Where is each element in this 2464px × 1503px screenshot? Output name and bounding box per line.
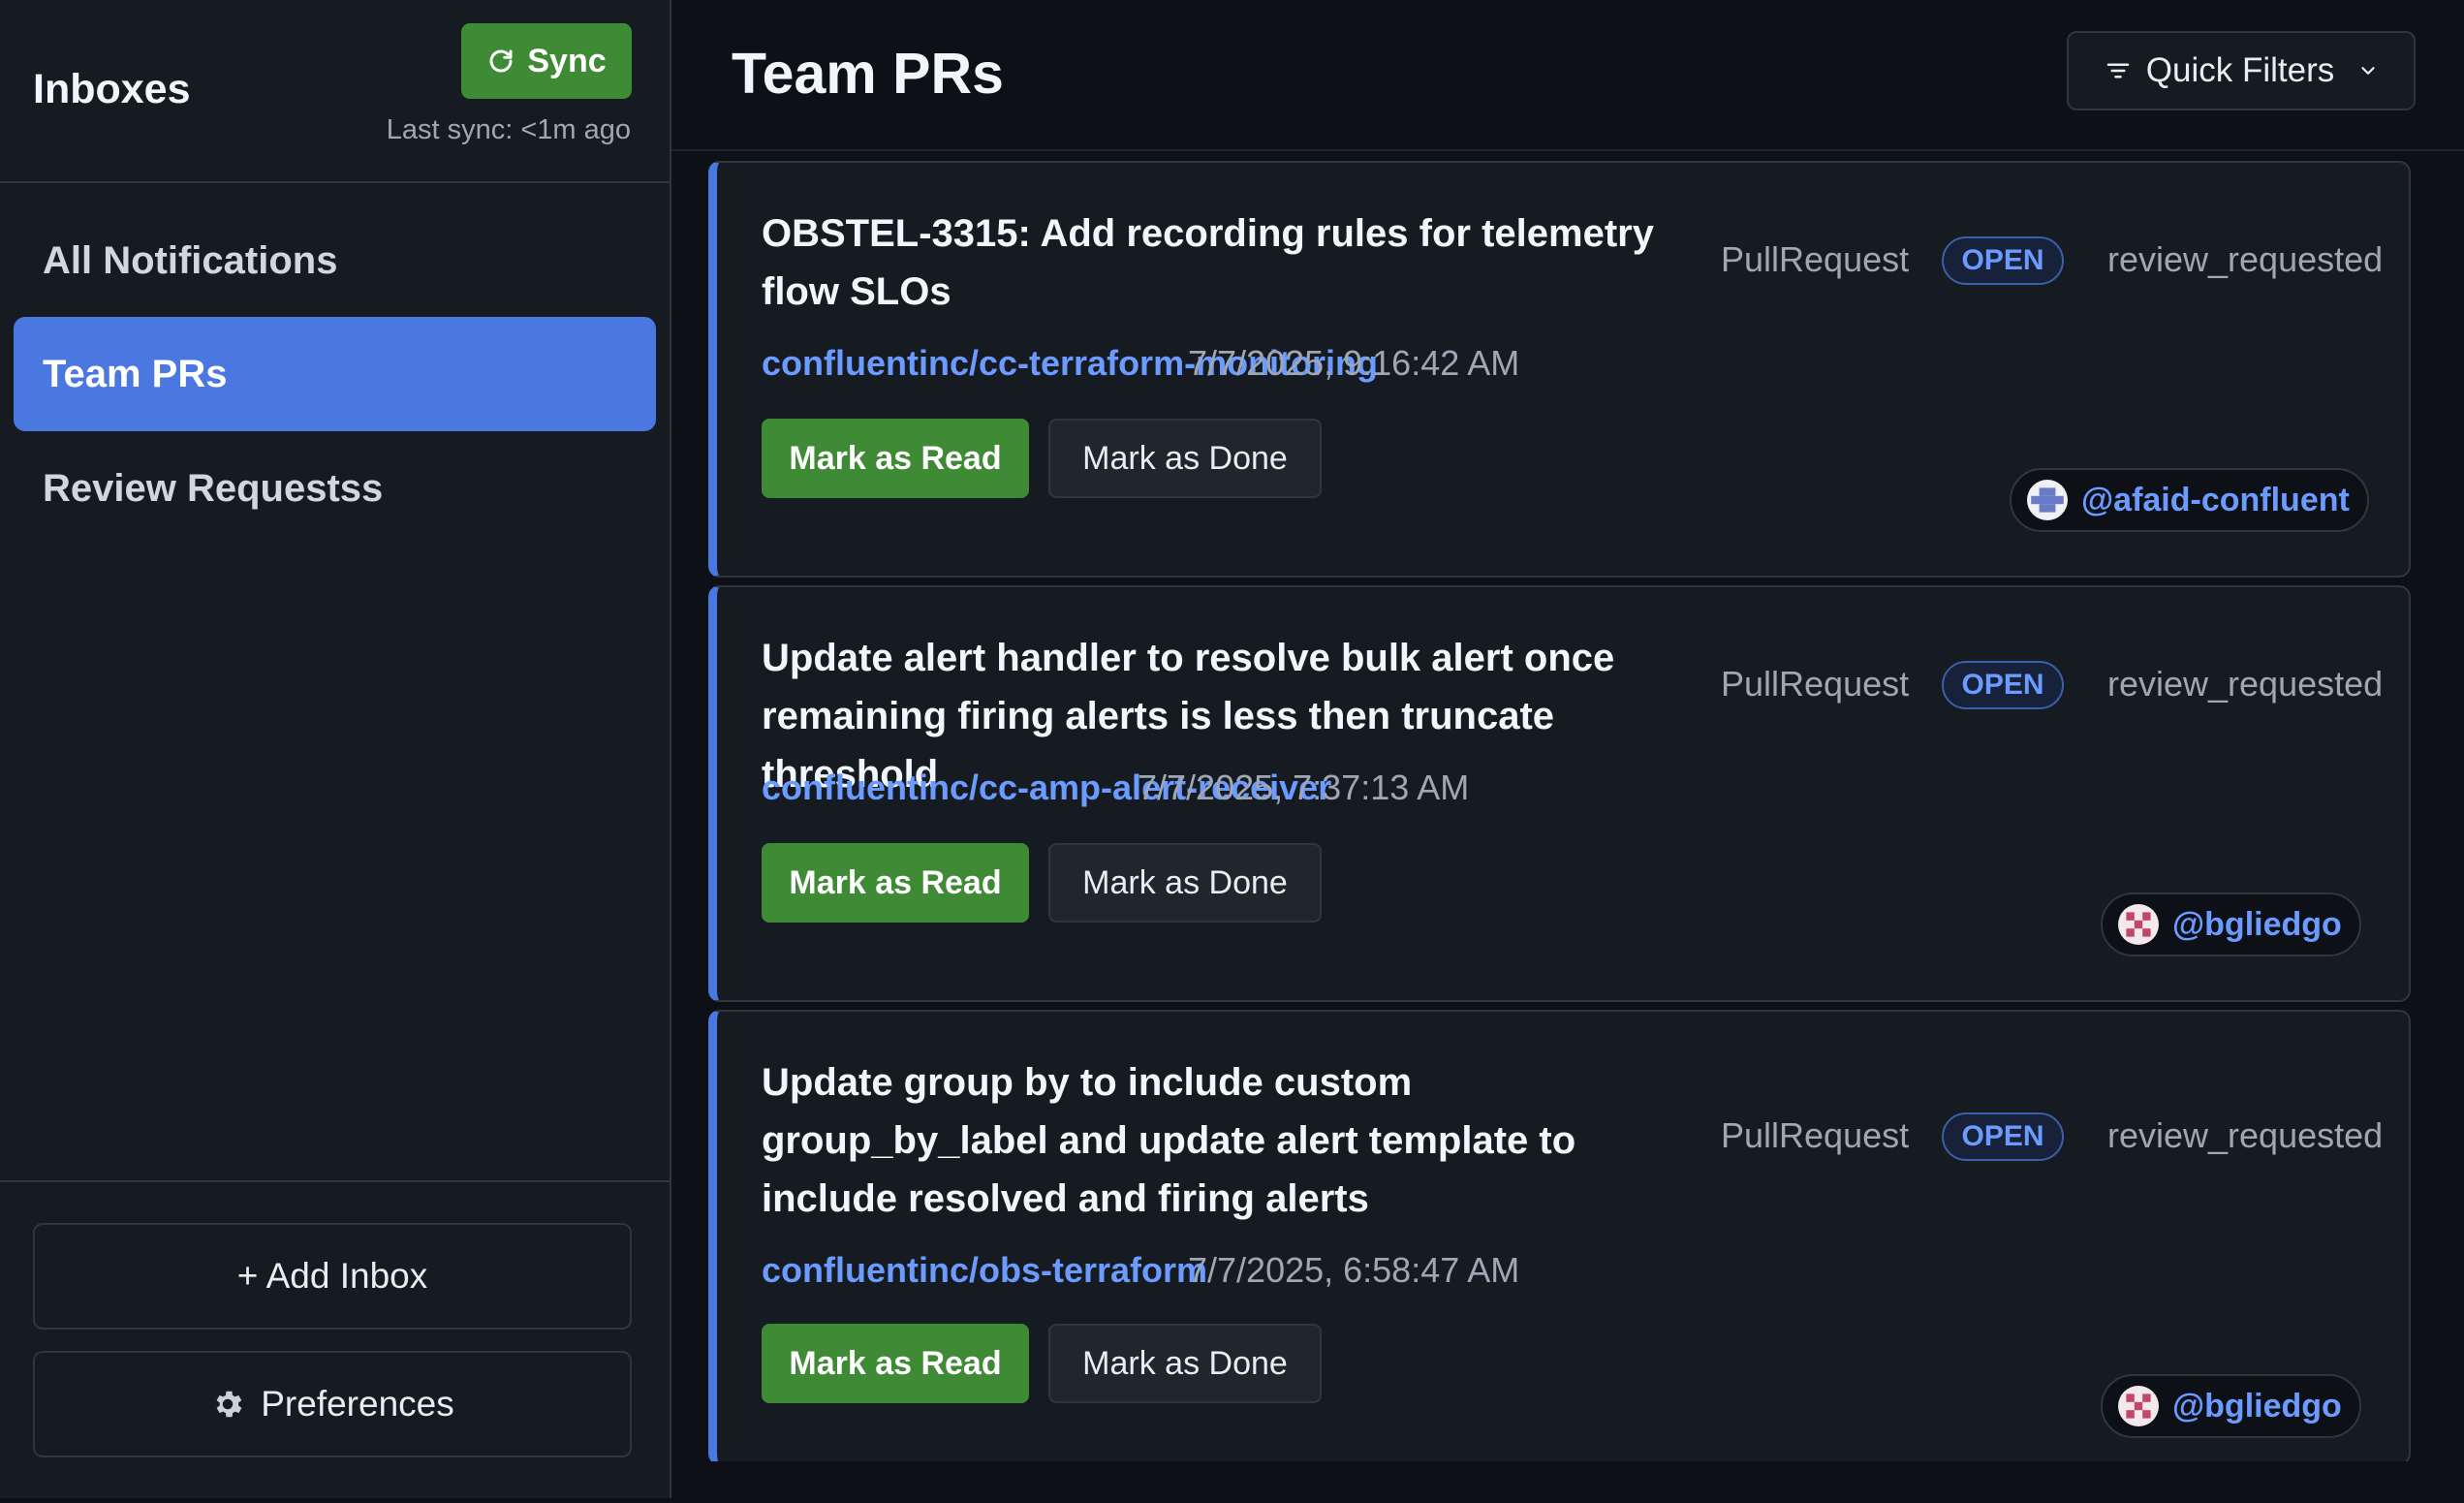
notification-reason: review_requested — [2107, 1115, 2384, 1155]
add-inbox-button[interactable]: + Add Inbox — [33, 1223, 632, 1330]
mark-as-read-button[interactable]: Mark as Read — [762, 419, 1029, 498]
sidebar-title: Inboxes — [33, 66, 191, 112]
mark-as-read-button[interactable]: Mark as Read — [762, 843, 1029, 923]
status-badge: OPEN — [1942, 1112, 2064, 1161]
repo-link[interactable]: confluentinc/obs-terraform — [762, 1250, 1207, 1291]
sync-button[interactable]: Sync — [461, 23, 632, 99]
notification-timestamp: 7/7/2025, 6:58:47 AM — [1188, 1250, 1520, 1290]
status-badge: OPEN — [1942, 236, 2064, 285]
notification-list: OBSTEL-3315: Add recording rules for tel… — [708, 161, 2411, 1461]
sidebar: Inboxes Sync Last sync: <1m ago All Noti… — [0, 0, 671, 1498]
app-window: Inboxes Sync Last sync: <1m ago All Noti… — [0, 0, 2464, 1498]
notification-card[interactable]: Update alert handler to resolve bulk ale… — [708, 585, 2411, 1002]
mark-as-done-button[interactable]: Mark as Done — [1048, 1324, 1322, 1403]
main-header: Team PRs Quick Filters — [671, 0, 2464, 151]
notification-type: PullRequest — [1721, 664, 1910, 704]
preferences-button[interactable]: Preferences — [33, 1351, 632, 1457]
notification-type: PullRequest — [1721, 1115, 1910, 1155]
mark-as-done-button[interactable]: Mark as Done — [1048, 843, 1322, 923]
notification-reason: review_requested — [2107, 664, 2384, 704]
quick-filters-button[interactable]: Quick Filters — [2067, 31, 2416, 110]
mark-as-read-button[interactable]: Mark as Read — [762, 1324, 1029, 1403]
filter-icon — [2104, 56, 2133, 85]
notification-title[interactable]: OBSTEL-3315: Add recording rules for tel… — [762, 204, 1692, 321]
last-sync-status: Last sync: <1m ago — [386, 114, 631, 145]
notification-card[interactable]: Update group by to include custom group_… — [708, 1010, 2411, 1461]
refresh-icon — [486, 47, 515, 76]
avatar — [2118, 904, 2159, 945]
author-chip[interactable]: @afaid-confluent — [2010, 468, 2369, 532]
mark-as-done-button[interactable]: Mark as Done — [1048, 419, 1322, 498]
avatar — [2027, 480, 2068, 520]
inbox-nav: All Notifications Team PRs Review Reques… — [0, 183, 670, 546]
sidebar-item-team-prs[interactable]: Team PRs — [14, 317, 656, 431]
notification-timestamp: 7/7/2025, 9:16:42 AM — [1188, 343, 1520, 383]
sidebar-item-all-notifications[interactable]: All Notifications — [14, 204, 656, 317]
sidebar-footer: + Add Inbox Preferences — [0, 1180, 670, 1498]
author-name: @bgliedgo — [2172, 905, 2342, 943]
notification-timestamp: 7/7/2025, 7:37:13 AM — [1138, 767, 1470, 807]
main-panel: Team PRs Quick Filters OBSTEL-3315: Add … — [671, 0, 2464, 1498]
status-badge: OPEN — [1942, 661, 2064, 709]
quick-filters-label: Quick Filters — [2145, 51, 2335, 89]
notification-card[interactable]: OBSTEL-3315: Add recording rules for tel… — [708, 161, 2411, 578]
sidebar-header: Inboxes Sync Last sync: <1m ago — [0, 0, 670, 183]
author-name: @bgliedgo — [2172, 1387, 2342, 1425]
author-chip[interactable]: @bgliedgo — [2101, 892, 2361, 956]
sync-button-label: Sync — [527, 42, 607, 79]
notification-title[interactable]: Update group by to include custom group_… — [762, 1053, 1692, 1228]
preferences-label: Preferences — [261, 1384, 454, 1424]
chevron-down-icon — [2357, 60, 2379, 81]
page-title: Team PRs — [732, 42, 1004, 106]
gear-icon — [210, 1387, 245, 1422]
sidebar-item-review-requests[interactable]: Review Requestss — [14, 431, 656, 546]
author-chip[interactable]: @bgliedgo — [2101, 1374, 2361, 1438]
author-name: @afaid-confluent — [2081, 481, 2350, 518]
notification-type: PullRequest — [1721, 239, 1910, 279]
notification-reason: review_requested — [2107, 239, 2384, 279]
avatar — [2118, 1386, 2159, 1426]
